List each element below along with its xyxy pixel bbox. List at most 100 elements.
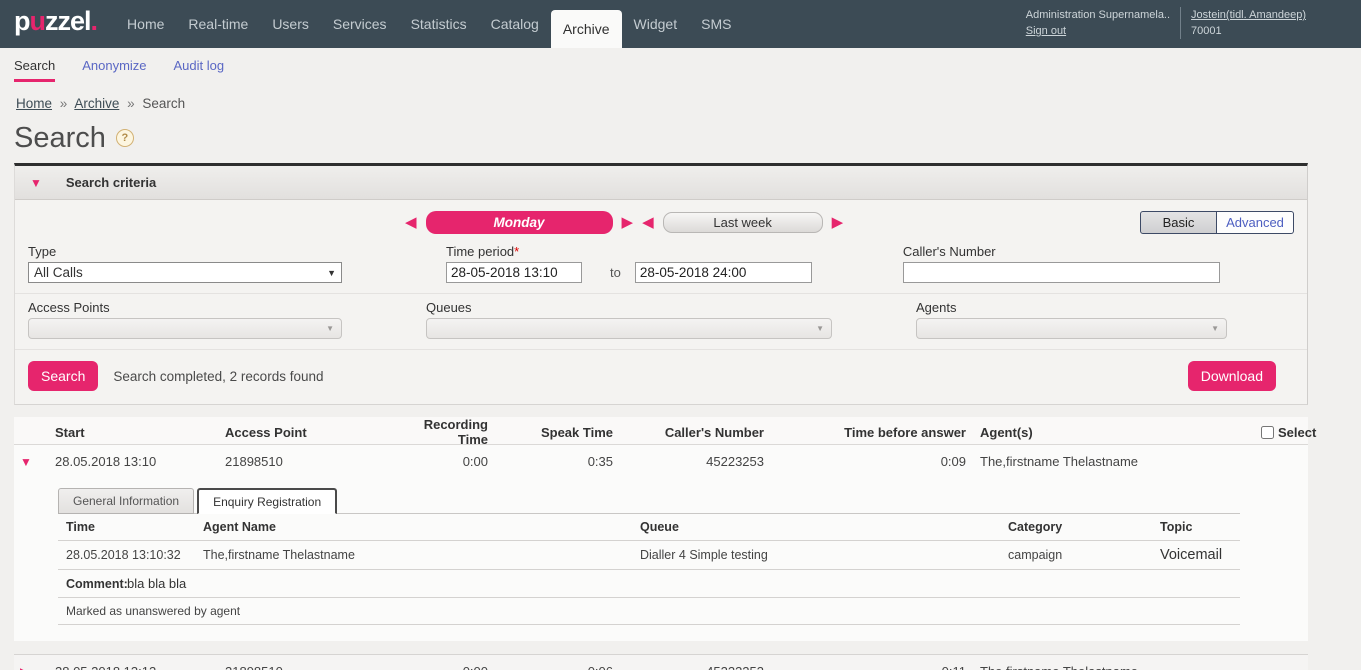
- download-button[interactable]: Download: [1188, 361, 1276, 391]
- result-row-1[interactable]: ▼ 28.05.2018 13:10 21898510 0:00 0:35 45…: [14, 445, 1308, 478]
- queues-label: Queues: [426, 300, 832, 315]
- admin-name: Administration Supernamela..: [1026, 7, 1170, 23]
- comment-label: Comment:: [58, 577, 127, 591]
- type-select-value: All Calls: [34, 265, 83, 280]
- enquiry-col-queue: Queue: [632, 514, 1000, 540]
- enquiry-time: 28.05.2018 13:10:32: [58, 542, 195, 568]
- subnav-item-audit-log[interactable]: Audit log: [174, 58, 225, 82]
- admin-block: Administration Supernamela.. Sign out: [1026, 7, 1170, 39]
- results-header-row: Start Access Point Recording Time Speak …: [14, 417, 1308, 445]
- breadcrumb-home[interactable]: Home: [16, 96, 52, 111]
- nav-item-widget[interactable]: Widget: [622, 0, 690, 48]
- collapse-triangle-icon[interactable]: ▼: [30, 176, 42, 190]
- fields-row-2: Access Points ▼ Queues ▼ Agents ▼: [15, 294, 1307, 350]
- cell-access-point: 21898510: [218, 664, 400, 670]
- cell-time-before-answer: 0:09: [768, 454, 970, 469]
- callers-number-input[interactable]: [903, 262, 1220, 283]
- next-day-icon[interactable]: ▶: [622, 211, 634, 234]
- enquiry-agent-name: The,firstname Thelastname: [195, 542, 632, 568]
- nav-item-users[interactable]: Users: [260, 0, 321, 48]
- time-to-input[interactable]: [635, 262, 812, 283]
- type-select[interactable]: All Calls ▼: [28, 262, 342, 283]
- mode-toggle: Basic Advanced: [1140, 211, 1294, 234]
- basic-button[interactable]: Basic: [1140, 211, 1217, 234]
- breadcrumb-current: Search: [142, 96, 185, 111]
- criteria-header[interactable]: ▼ Search criteria: [15, 166, 1307, 200]
- comment-row: Comment: bla bla bla: [58, 570, 1240, 598]
- col-speak-time: Speak Time: [492, 425, 617, 440]
- cell-time-before-answer: 0:11: [768, 664, 970, 670]
- queues-group: Queues ▼: [426, 300, 832, 339]
- access-points-group: Access Points ▼: [28, 300, 342, 339]
- nav-item-archive[interactable]: Archive: [551, 10, 622, 48]
- prev-day-icon[interactable]: ◀: [405, 211, 417, 234]
- triangle-right-icon: ▶: [20, 665, 29, 670]
- col-start: Start: [48, 425, 218, 440]
- subnav-item-anonymize[interactable]: Anonymize: [82, 58, 146, 82]
- comment-value[interactable]: bla bla bla: [127, 576, 186, 591]
- agents-group: Agents ▼: [916, 300, 1227, 339]
- download-wrap: Download: [1188, 361, 1294, 391]
- cell-recording-time: 0:00: [400, 454, 492, 469]
- puzzel-logo[interactable]: puzzel.: [0, 0, 115, 48]
- week-button[interactable]: Last week: [663, 212, 823, 233]
- archive-subnav: Search Anonymize Audit log: [0, 48, 1361, 82]
- advanced-button[interactable]: Advanced: [1217, 211, 1294, 234]
- subnav-item-search[interactable]: Search: [14, 58, 55, 82]
- nav-item-sms[interactable]: SMS: [689, 0, 743, 48]
- time-from-input[interactable]: [446, 262, 582, 283]
- collapse-row-icon[interactable]: ▼: [14, 454, 48, 469]
- nav-item-catalog[interactable]: Catalog: [479, 0, 551, 48]
- expand-row-icon[interactable]: ▶: [14, 664, 48, 670]
- tab-general-information[interactable]: General Information: [58, 488, 194, 514]
- nav-item-statistics[interactable]: Statistics: [399, 0, 479, 48]
- cell-recording-time: 0:00: [400, 664, 492, 670]
- nav-item-home[interactable]: Home: [115, 0, 176, 48]
- criteria-title: Search criteria: [66, 175, 156, 190]
- top-navbar: puzzel. Home Real-time Users Services St…: [0, 0, 1361, 48]
- fields-row-1: Type All Calls ▼ Time period* to Caller'…: [15, 242, 1307, 294]
- access-points-label: Access Points: [28, 300, 342, 315]
- user-block: Jostein(tidl. Amandeep) 70001: [1191, 7, 1306, 39]
- logo-accent: u: [30, 6, 46, 36]
- time-period-inputs: to: [446, 262, 812, 283]
- search-status: Search completed, 2 records found: [113, 369, 323, 384]
- search-button[interactable]: Search: [28, 361, 98, 391]
- sign-out-link[interactable]: Sign out: [1026, 25, 1066, 37]
- queues-select[interactable]: ▼: [426, 318, 832, 339]
- chevron-down-icon: ▼: [816, 324, 824, 333]
- tab-enquiry-registration[interactable]: Enquiry Registration: [197, 488, 337, 514]
- enquiry-queue: Dialler 4 Simple testing: [632, 542, 1000, 568]
- user-link[interactable]: Jostein(tidl. Amandeep): [1191, 9, 1306, 21]
- triangle-down-icon: ▼: [20, 455, 32, 469]
- enquiry-header-row: Time Agent Name Queue Category Topic: [58, 514, 1240, 541]
- agents-label: Agents: [916, 300, 1227, 315]
- result-row-2[interactable]: ▶ 28.05.2018 13:12 21898510 0:00 0:06 45…: [14, 654, 1308, 670]
- enquiry-col-time: Time: [58, 514, 195, 540]
- results-section: Start Access Point Recording Time Speak …: [14, 417, 1308, 670]
- type-label: Type: [28, 244, 342, 259]
- logo-part: zzel: [45, 6, 91, 36]
- prev-week-icon[interactable]: ◀: [642, 211, 654, 234]
- help-icon[interactable]: ?: [116, 129, 134, 147]
- agents-select[interactable]: ▼: [916, 318, 1227, 339]
- to-label: to: [610, 265, 621, 280]
- next-week-icon[interactable]: ▶: [832, 211, 844, 234]
- col-callers-number: Caller's Number: [617, 425, 768, 440]
- search-criteria-panel: ▼ Search criteria ◀ Monday ▶ ◀ Last week…: [14, 163, 1308, 405]
- access-points-select[interactable]: ▼: [28, 318, 342, 339]
- enquiry-data-row: 28.05.2018 13:10:32 The,firstname Thelas…: [58, 541, 1240, 570]
- row-detail-panel: General Information Enquiry Registration…: [14, 478, 1308, 641]
- breadcrumb-archive[interactable]: Archive: [74, 96, 119, 111]
- callers-number-label: Caller's Number: [903, 244, 1220, 259]
- nav-item-services[interactable]: Services: [321, 0, 399, 48]
- time-period-label: Time period*: [446, 244, 812, 259]
- chevron-down-icon: ▼: [1211, 324, 1219, 333]
- enquiry-col-category: Category: [1000, 514, 1152, 540]
- enquiry-col-agent-name: Agent Name: [195, 514, 632, 540]
- select-all-checkbox[interactable]: [1261, 426, 1274, 439]
- date-navigation-row: ◀ Monday ▶ ◀ Last week ▶ Basic Advanced: [15, 208, 1307, 242]
- day-button[interactable]: Monday: [426, 211, 613, 234]
- nav-item-realtime[interactable]: Real-time: [176, 0, 260, 48]
- row-gap: [14, 641, 1308, 654]
